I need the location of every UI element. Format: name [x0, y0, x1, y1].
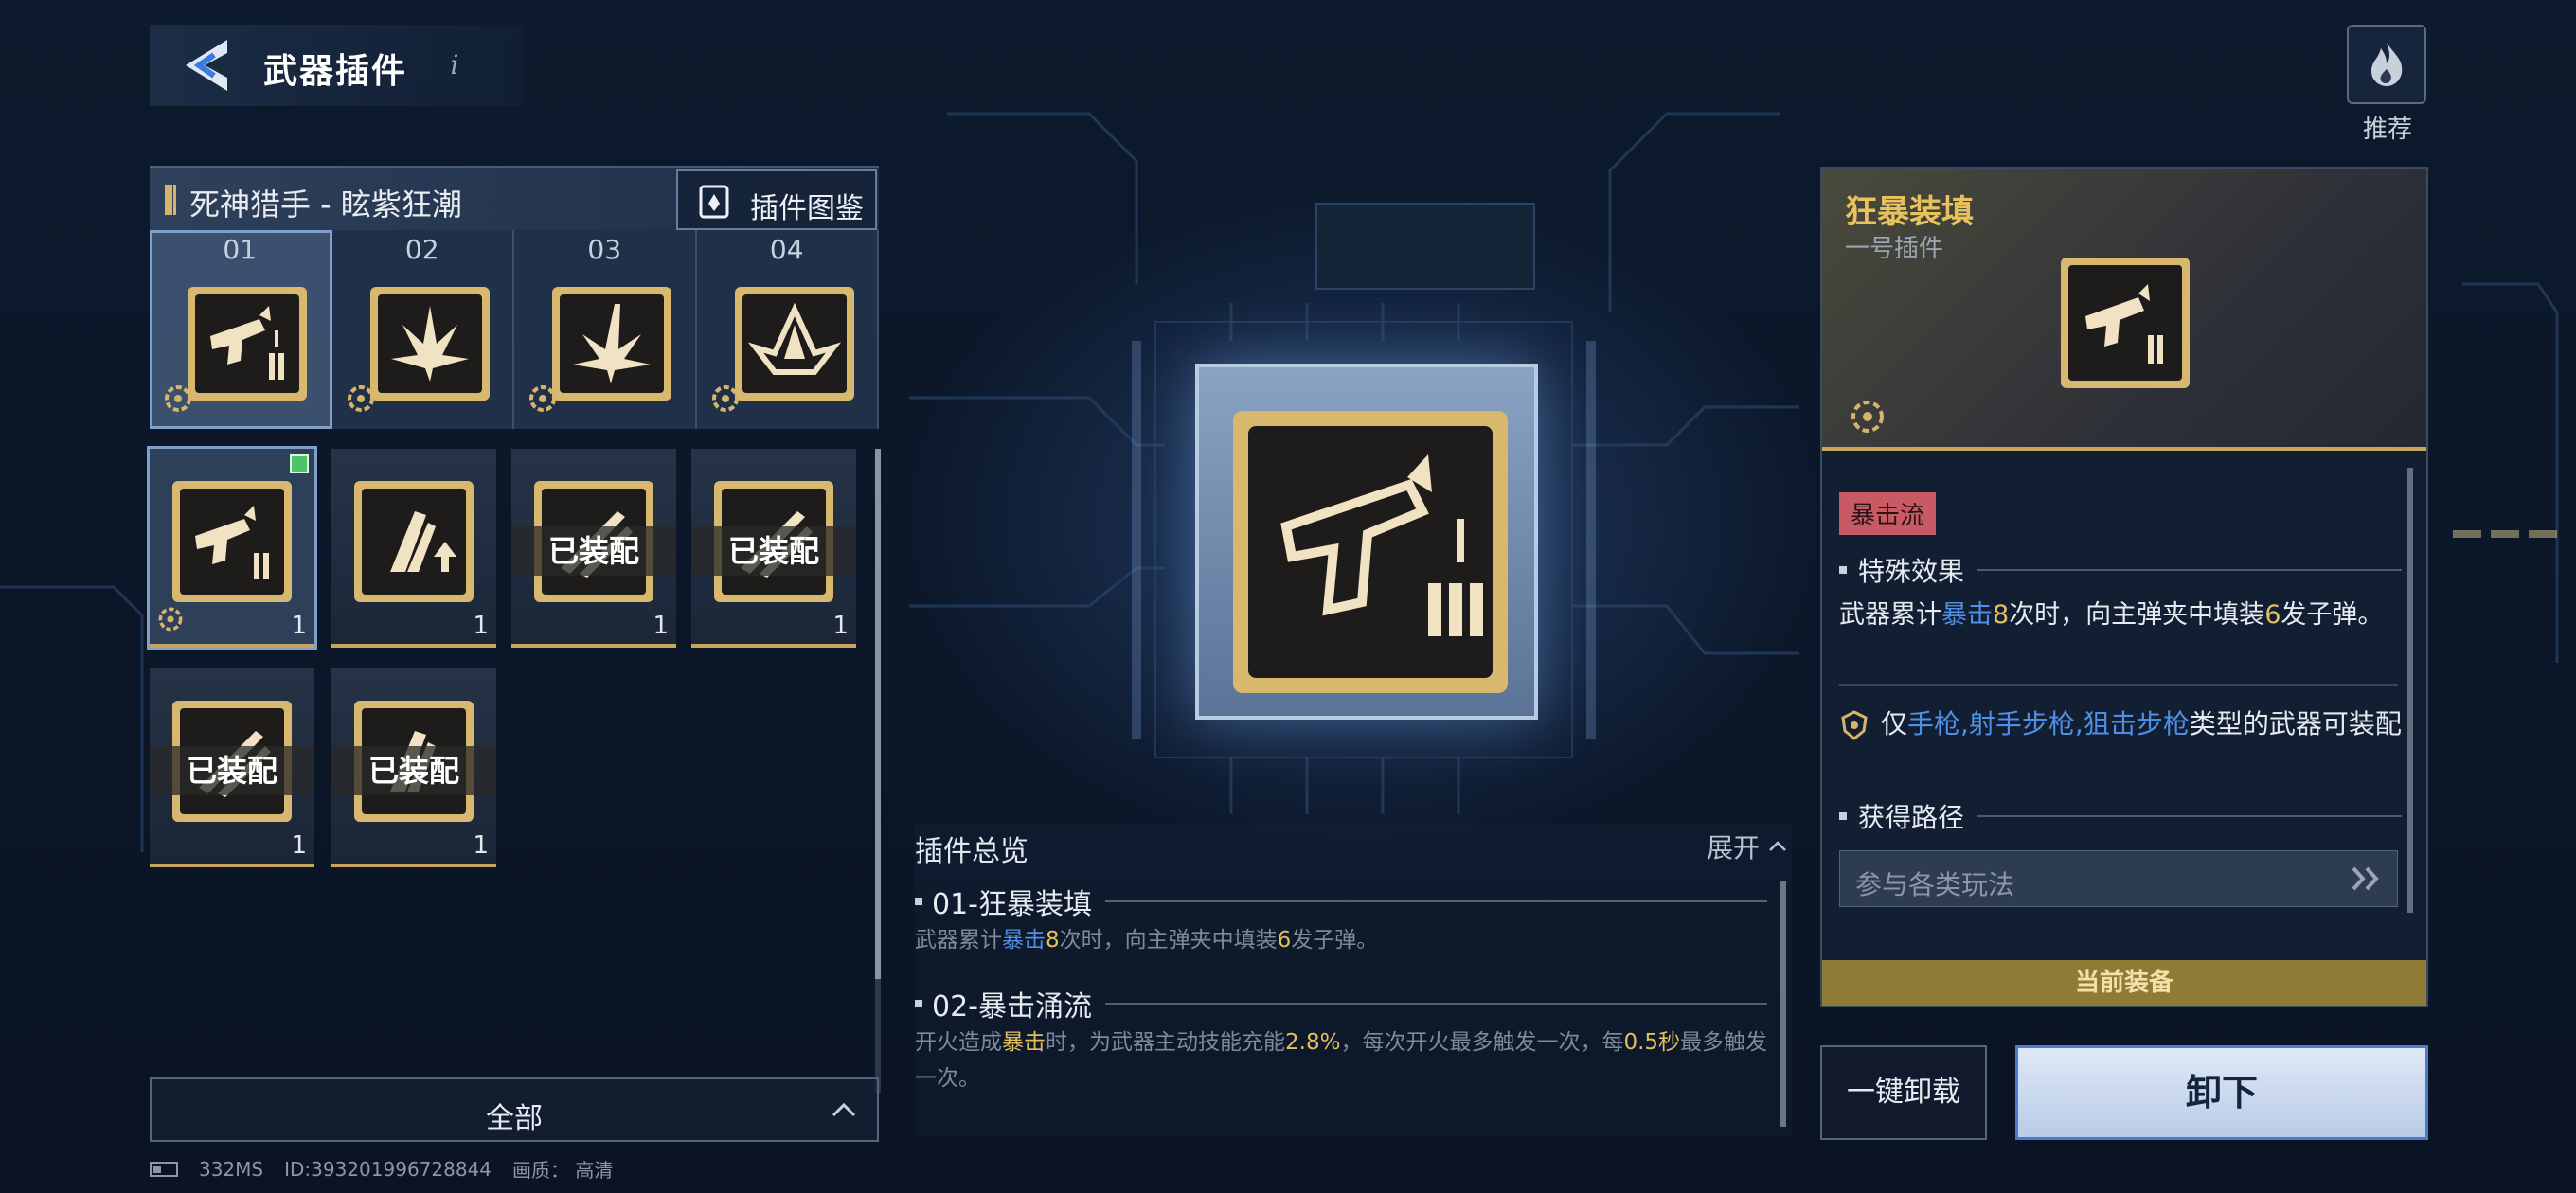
- overview-scrollbar[interactable]: [1780, 881, 1786, 1127]
- accent-mark: [165, 185, 176, 215]
- weapon-restriction: 仅手枪,射手步枪,狙击步枪类型的武器可装配: [1839, 706, 2404, 742]
- chevron-up-icon: [1769, 841, 1786, 851]
- inventory-item[interactable]: 已装配 1: [691, 449, 856, 648]
- equipped-overlay: 已装配: [331, 746, 496, 795]
- equip-slot-02[interactable]: 02: [332, 230, 514, 429]
- upgrade-icon: [354, 481, 474, 602]
- item-count: 1: [291, 831, 307, 860]
- inventory-item[interactable]: 已装配 1: [511, 449, 676, 648]
- source-section-title: 获得路径: [1839, 797, 2402, 835]
- player-id: ID:393201996728844: [284, 1157, 492, 1181]
- equip-slot-03[interactable]: 03: [514, 230, 697, 429]
- unequip-label: 卸下: [2185, 1072, 2258, 1113]
- equipped-overlay: 已装配: [511, 526, 676, 576]
- plugin-atlas-label: 插件图鉴: [750, 192, 864, 225]
- quality-text: 画质： 高清: [512, 1159, 614, 1182]
- plugin-slot-label: 一号插件: [1845, 235, 1944, 263]
- detail-header: 狂暴装填 一号插件: [1822, 169, 2426, 451]
- unequip-button[interactable]: 卸下: [2015, 1045, 2428, 1140]
- gear-badge-icon: [1852, 401, 1884, 433]
- overview-item-title: 02-暴击涌流: [915, 983, 1767, 1024]
- ping-text: 332MS: [199, 1157, 264, 1181]
- item-count: 1: [653, 612, 669, 640]
- impact-icon: [552, 287, 671, 401]
- gear-badge-icon: [529, 385, 556, 412]
- filter-label: 全部: [486, 1102, 543, 1135]
- detail-scrollbar[interactable]: [2407, 468, 2413, 913]
- equip-slot-01[interactable]: 01: [150, 230, 332, 429]
- new-indicator: [290, 454, 309, 473]
- gear-badge-icon: [347, 385, 374, 412]
- battery-icon: [150, 1161, 178, 1177]
- overview-item-title: 01-狂暴装填: [915, 881, 1767, 922]
- chevron-up-icon: [832, 1102, 856, 1117]
- gear-badge-icon: [158, 607, 183, 632]
- selected-plugin-chip[interactable]: [1195, 364, 1538, 720]
- gear-badge-icon: [711, 385, 739, 412]
- item-count: 1: [291, 612, 307, 640]
- source-label: 参与各类玩法: [1855, 869, 2015, 900]
- atlas-card-icon: [699, 185, 729, 219]
- page-title: 武器插件: [263, 52, 408, 91]
- unload-all-button[interactable]: 一键卸载: [1820, 1045, 1987, 1140]
- current-equip-bar: 当前装备: [1822, 960, 2426, 1006]
- effect-section-title: 特殊效果: [1839, 551, 2402, 589]
- item-count: 1: [473, 831, 489, 860]
- effect-description: 武器累计暴击8次时，向主弹夹中填装6发子弹。: [1839, 600, 2384, 630]
- pistol-ammo-icon: [188, 287, 307, 401]
- inventory-scrollbar[interactable]: [875, 449, 881, 1093]
- equipped-overlay: 已装配: [150, 746, 314, 795]
- slot-number: 04: [769, 234, 804, 265]
- plugin-atlas-button[interactable]: 插件图鉴: [676, 169, 877, 230]
- expand-label: 展开: [1706, 832, 1760, 864]
- slot-number: 01: [223, 234, 258, 265]
- back-button[interactable]: [176, 34, 233, 97]
- inventory-item[interactable]: 已装配 1: [331, 668, 496, 867]
- recommend-label: 推荐: [2362, 116, 2412, 144]
- pistol-ammo-icon: [172, 481, 292, 602]
- inventory-item[interactable]: 已装配 1: [150, 668, 314, 867]
- filter-dropdown[interactable]: 全部: [150, 1077, 879, 1142]
- weapon-bar: 死神猎手 - 眩紫狂潮 插件图鉴: [150, 166, 879, 230]
- pistol-ammo-icon: [2061, 258, 2190, 388]
- overview-item-desc: 武器累计暴击8次时，向主弹夹中填装6发子弹。: [915, 928, 1379, 953]
- style-tag: 暴击流: [1839, 492, 1937, 535]
- expand-button[interactable]: 展开: [1707, 828, 1788, 865]
- weapon-name: 死神猎手 - 眩紫狂潮: [189, 187, 462, 223]
- item-count: 1: [832, 612, 849, 640]
- item-count: 1: [473, 612, 489, 640]
- plugin-name: 狂暴装填: [1845, 193, 1974, 231]
- equipped-overlay: 已装配: [691, 526, 856, 576]
- inventory-item[interactable]: 1: [147, 446, 317, 650]
- plugin-overview: 插件总览 展开 01-狂暴装填 武器累计暴击8次时，向主弹夹中填装6发子弹。 0…: [915, 824, 1792, 1136]
- divider: [1839, 684, 2398, 686]
- shield-gear-icon: [1841, 710, 1868, 740]
- inventory-item[interactable]: 1: [331, 449, 496, 648]
- back-arrow-icon: [186, 40, 227, 91]
- gear-badge-icon: [165, 385, 191, 412]
- plugin-detail-panel: 狂暴装填 一号插件 暴击流 特殊效果 武器累计暴击8次时，向主弹夹中填装6发子弹…: [1820, 167, 2428, 1007]
- slot-number: 03: [587, 234, 622, 265]
- pistol-ammo-icon: [1233, 411, 1508, 693]
- flame-icon: [2371, 43, 2403, 86]
- overview-title: 插件总览: [915, 835, 1029, 868]
- equip-slot-row: 01 02 03 04: [150, 230, 879, 429]
- source-button[interactable]: 参与各类玩法: [1839, 850, 2398, 907]
- crystal-icon: [734, 287, 854, 401]
- equip-slot-04[interactable]: 04: [697, 230, 879, 429]
- burst-icon: [369, 287, 490, 401]
- status-line: 332MS ID:393201996728844 画质： 高清: [150, 1155, 613, 1183]
- slot-number: 02: [404, 234, 439, 265]
- header: 武器插件 i: [150, 25, 524, 106]
- info-icon[interactable]: i: [438, 49, 471, 81]
- recommend-button[interactable]: 推荐: [2347, 25, 2428, 145]
- overview-item-desc: 开火造成暴击时，为武器主动技能充能2.8%，每次开火最多触发一次，每0.5秒最多…: [915, 1030, 1768, 1091]
- double-chevron-right-icon: [2352, 866, 2379, 891]
